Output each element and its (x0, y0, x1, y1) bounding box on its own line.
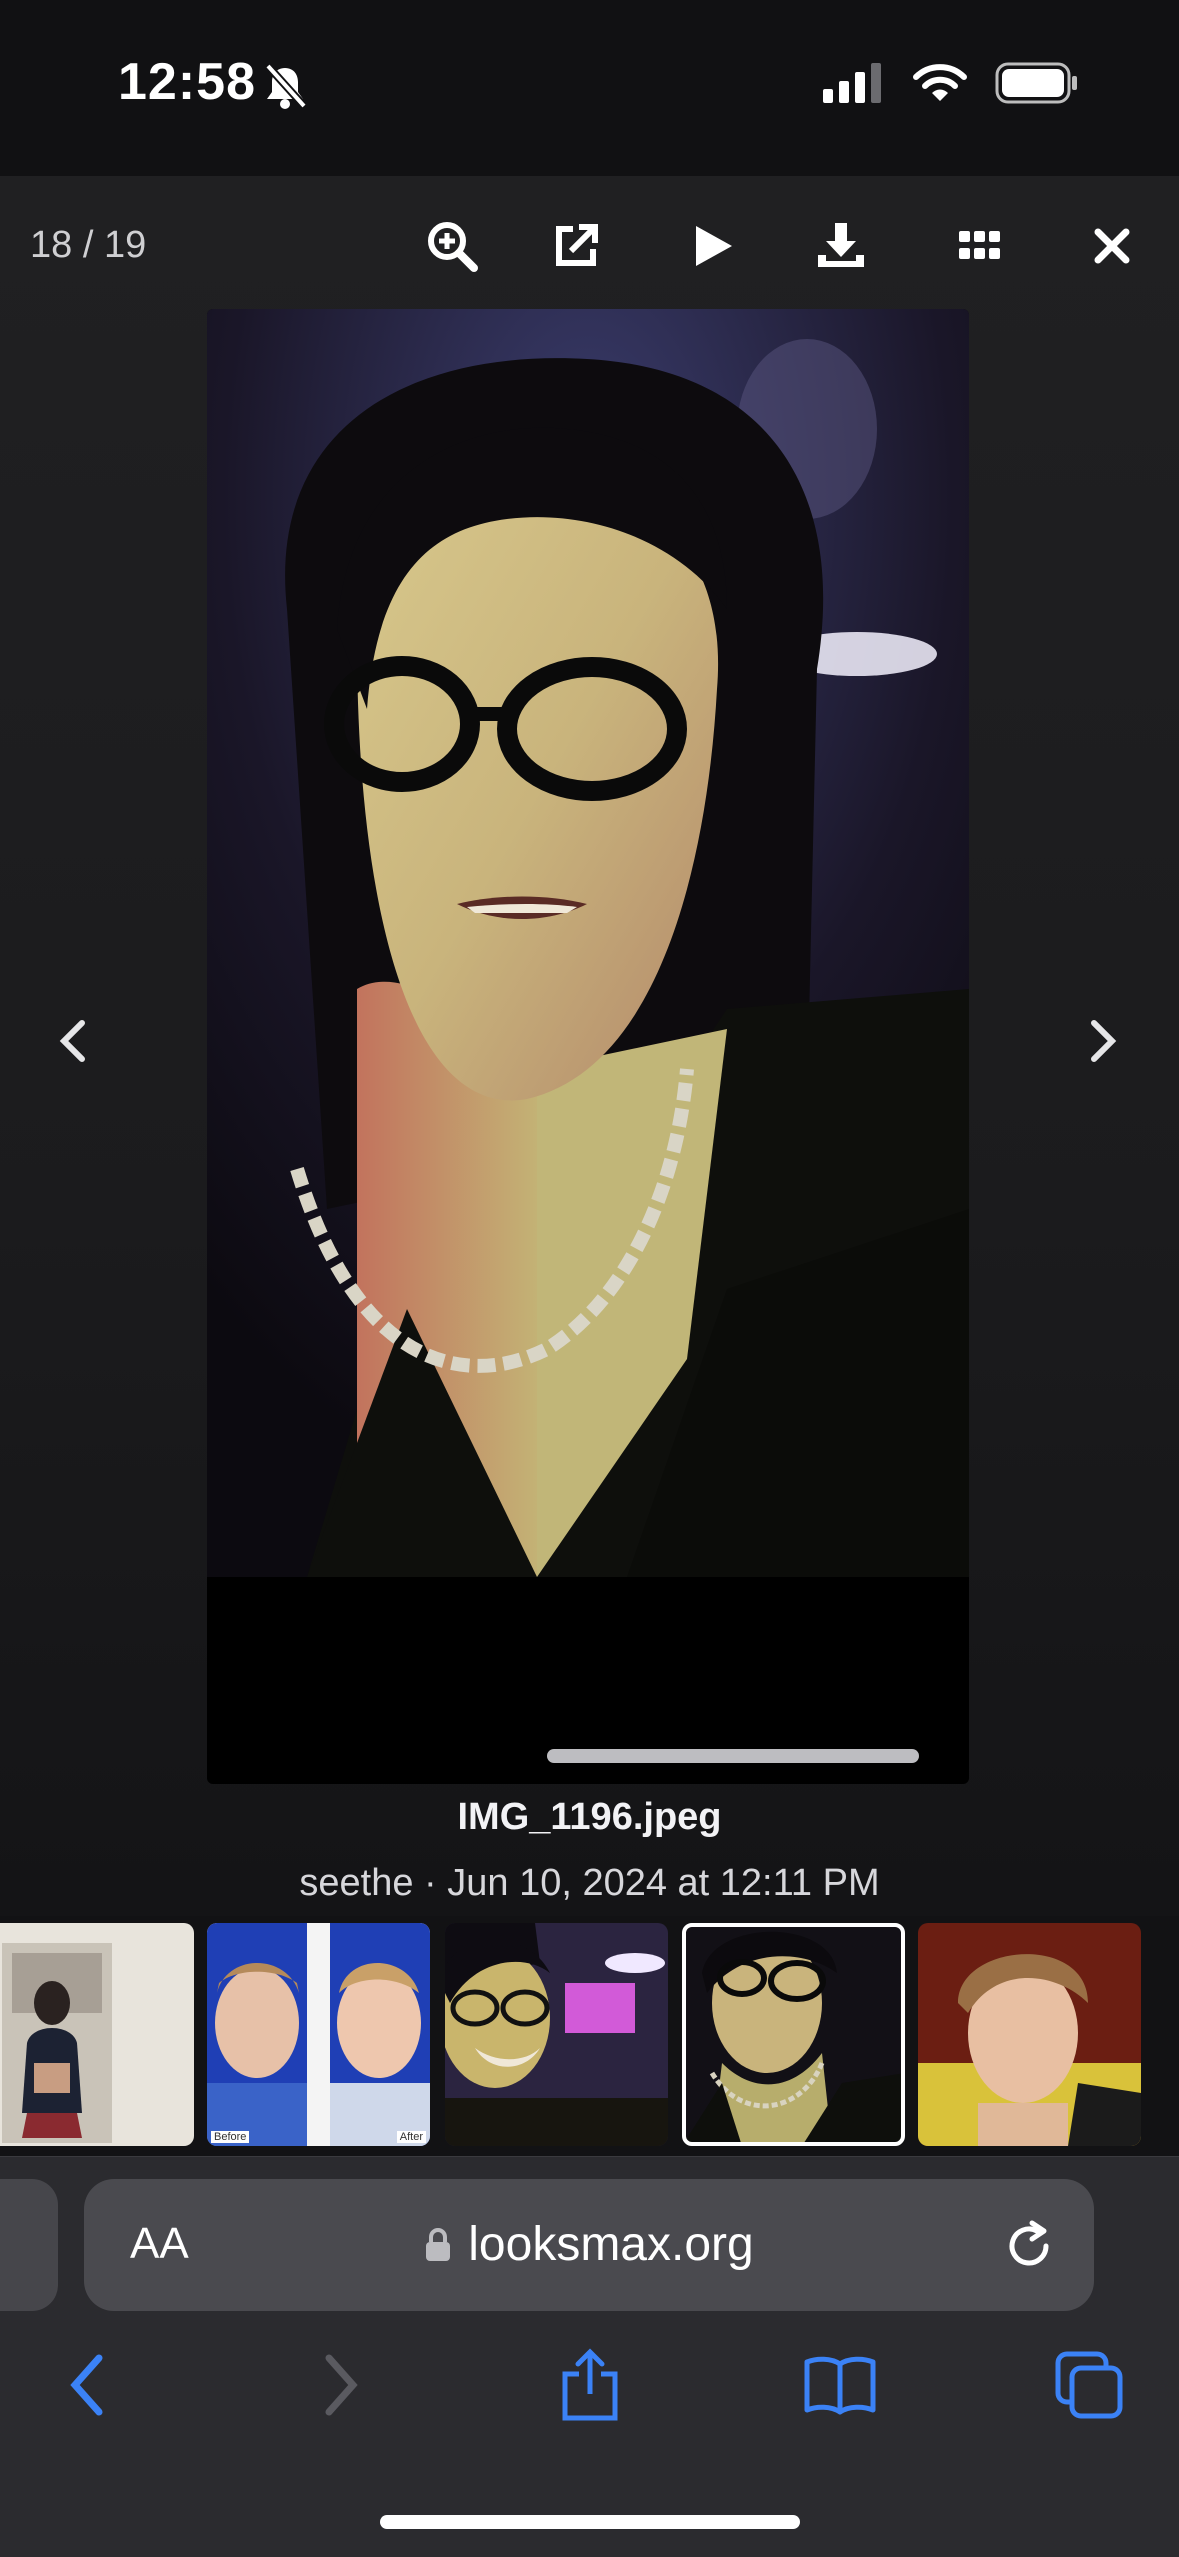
play-icon (696, 226, 732, 266)
zoom-in-button[interactable] (420, 214, 484, 278)
download-icon (818, 223, 864, 267)
image-lightbox: 18 / 19 IMG_1196.jpeg seethe · Jun 10, 2… (0, 176, 1179, 1916)
download-button[interactable] (809, 214, 873, 278)
previous-tab-pill[interactable] (0, 2179, 58, 2311)
thumbnail-image (0, 1923, 194, 2146)
thumbnail-party-selfie[interactable] (445, 1923, 668, 2146)
status-time: 12:58 (118, 53, 256, 111)
thumbnails-toggle-button[interactable] (948, 214, 1012, 278)
lock-icon (426, 2227, 451, 2261)
lightbox-toolbar: 18 / 19 (0, 176, 1179, 306)
thumbnail-image (918, 1923, 1141, 2146)
photo-image (207, 309, 969, 1577)
close-icon (1094, 228, 1130, 264)
thumbnail-before-after[interactable]: Before After (207, 1923, 430, 2146)
tabs-icon (1055, 2351, 1123, 2419)
zoom-in-icon (428, 222, 478, 272)
after-label: After (396, 2131, 426, 2143)
image-filename: IMG_1196.jpeg (457, 1796, 722, 1838)
reload-icon[interactable] (1002, 2219, 1056, 2273)
forward-button[interactable] (296, 2340, 386, 2430)
home-indicator (380, 2515, 800, 2529)
main-photo[interactable] (207, 309, 969, 1784)
share-button[interactable] (545, 2340, 635, 2430)
before-label: Before (211, 2131, 250, 2143)
url-text: looksmax.org (468, 2218, 754, 2271)
previous-image-button[interactable] (38, 996, 108, 1086)
bookmarks-icon (804, 2356, 876, 2415)
chevron-right-icon (1091, 1020, 1117, 1062)
bookmarks-button[interactable] (795, 2340, 885, 2430)
open-external-button[interactable] (544, 214, 608, 278)
thumbnail-strip: Before After (0, 1916, 1179, 2156)
video-scrub-bar[interactable] (547, 1749, 919, 1763)
thumbnail-mirror-selfie[interactable] (0, 1923, 194, 2146)
thumbnail-image (682, 1923, 905, 2146)
share-icon (562, 2348, 618, 2421)
tabs-button[interactable] (1044, 2340, 1134, 2430)
thumbnail-portrait[interactable] (918, 1923, 1141, 2146)
back-button[interactable] (42, 2340, 132, 2430)
battery-icon (995, 62, 1077, 104)
address-bar[interactable]: AA looksmax.org (84, 2179, 1094, 2311)
next-image-button[interactable] (1068, 996, 1138, 1086)
image-meta: seethe · Jun 10, 2024 at 12:11 PM (299, 1862, 880, 1904)
bell-slash-icon (265, 63, 307, 109)
cellular-signal-icon (823, 63, 881, 103)
close-lightbox-button[interactable] (1080, 214, 1144, 278)
slideshow-play-button[interactable] (682, 214, 746, 278)
thumbnail-current[interactable] (682, 1923, 905, 2146)
status-bar: 12:58 (0, 0, 1179, 176)
forward-icon (325, 2354, 358, 2416)
wifi-icon (913, 64, 967, 101)
chevron-left-icon (59, 1020, 85, 1062)
image-counter: 18 / 19 (30, 224, 147, 266)
grid-icon (959, 231, 1000, 259)
thumbnail-image (445, 1923, 668, 2146)
back-icon (70, 2354, 103, 2416)
open-external-icon (556, 224, 598, 266)
thumbnail-image (207, 1923, 430, 2146)
